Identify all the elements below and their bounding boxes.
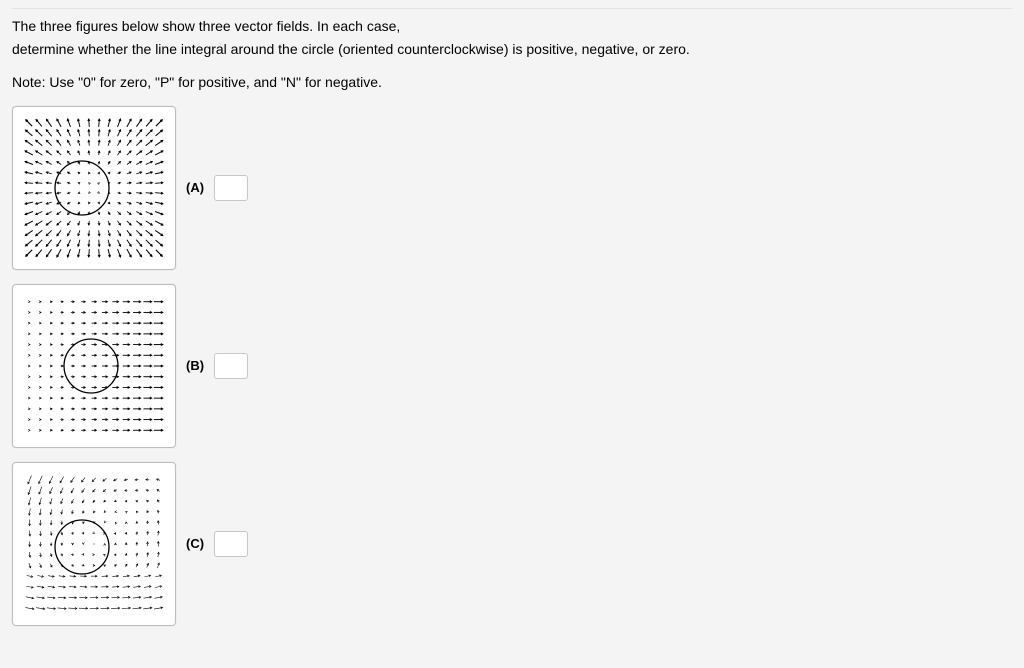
question-note: Note: Use "0" for zero, "P" for positive… — [12, 73, 1012, 92]
answer-input-c[interactable] — [214, 531, 248, 557]
label-b: (B) — [186, 358, 204, 373]
label-a: (A) — [186, 180, 204, 195]
part-a-row: (A) — [12, 106, 1012, 270]
question-line-1: The three figures below show three vecto… — [12, 17, 1012, 36]
answer-input-b[interactable] — [214, 353, 248, 379]
vector-field-b — [19, 291, 169, 441]
part-c-row: (C) — [12, 462, 1012, 626]
vector-field-c — [19, 469, 169, 619]
figure-b — [12, 284, 176, 448]
figure-a — [12, 106, 176, 270]
part-b-row: (B) — [12, 284, 1012, 448]
vector-field-a — [19, 113, 169, 263]
figure-c — [12, 462, 176, 626]
answer-input-a[interactable] — [214, 175, 248, 201]
question-line-2: determine whether the line integral arou… — [12, 40, 1012, 59]
label-c: (C) — [186, 536, 204, 551]
